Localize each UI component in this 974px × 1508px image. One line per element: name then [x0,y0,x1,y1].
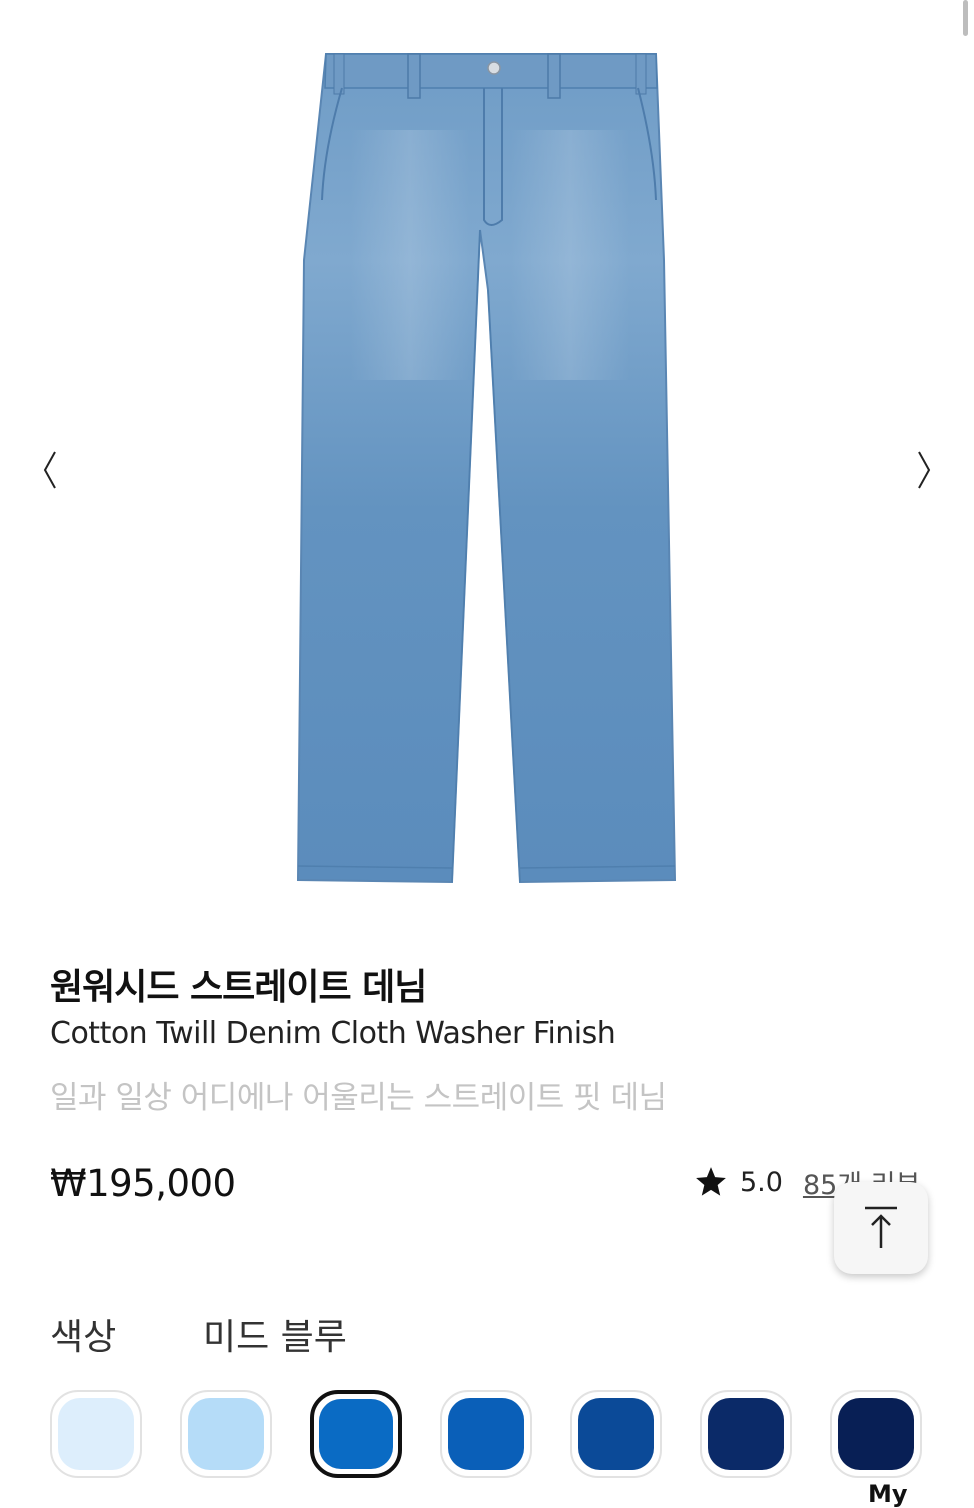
color-label: 색상 [50,1317,117,1358]
color-swatch[interactable] [310,1390,402,1478]
scroll-to-top-button[interactable] [834,1182,928,1274]
color-swatch-fill [188,1398,264,1470]
color-swatch-list [50,1390,974,1500]
color-swatch[interactable] [830,1390,922,1478]
product-image-gallery[interactable] [0,0,974,920]
color-swatch-fill [578,1398,654,1470]
color-swatch-fill [838,1398,914,1470]
color-swatch[interactable] [180,1390,272,1478]
color-swatch[interactable] [50,1390,142,1478]
product-image [296,53,677,884]
product-title-ko: 원워시드 스트레이트 데님 [50,967,427,1008]
color-swatch[interactable] [570,1390,662,1478]
product-title-en: Cotton Twill Denim Cloth Washer Finish [50,1016,616,1051]
star-icon [696,1167,726,1196]
product-price: ₩195,000 [50,1162,236,1205]
color-swatch-fill [448,1398,524,1470]
color-swatch[interactable] [440,1390,532,1478]
gallery-prev-button[interactable] [30,440,70,500]
arrow-up-to-top-icon [865,1206,897,1248]
color-swatch-fill [319,1399,393,1469]
color-swatch-fill [58,1398,134,1470]
rating-value: 5.0 [740,1166,783,1198]
product-subtitle: 일과 일상 어디에나 어울리는 스트레이트 핏 데님 [50,1080,667,1116]
color-swatch[interactable] [700,1390,792,1478]
selected-color-name: 미드 블루 [203,1317,347,1358]
chevron-left-icon [43,451,56,489]
color-swatch-fill [708,1398,784,1470]
bottom-nav-my[interactable]: My [868,1480,908,1508]
gallery-next-button[interactable] [904,440,944,500]
chevron-right-icon [918,451,931,489]
